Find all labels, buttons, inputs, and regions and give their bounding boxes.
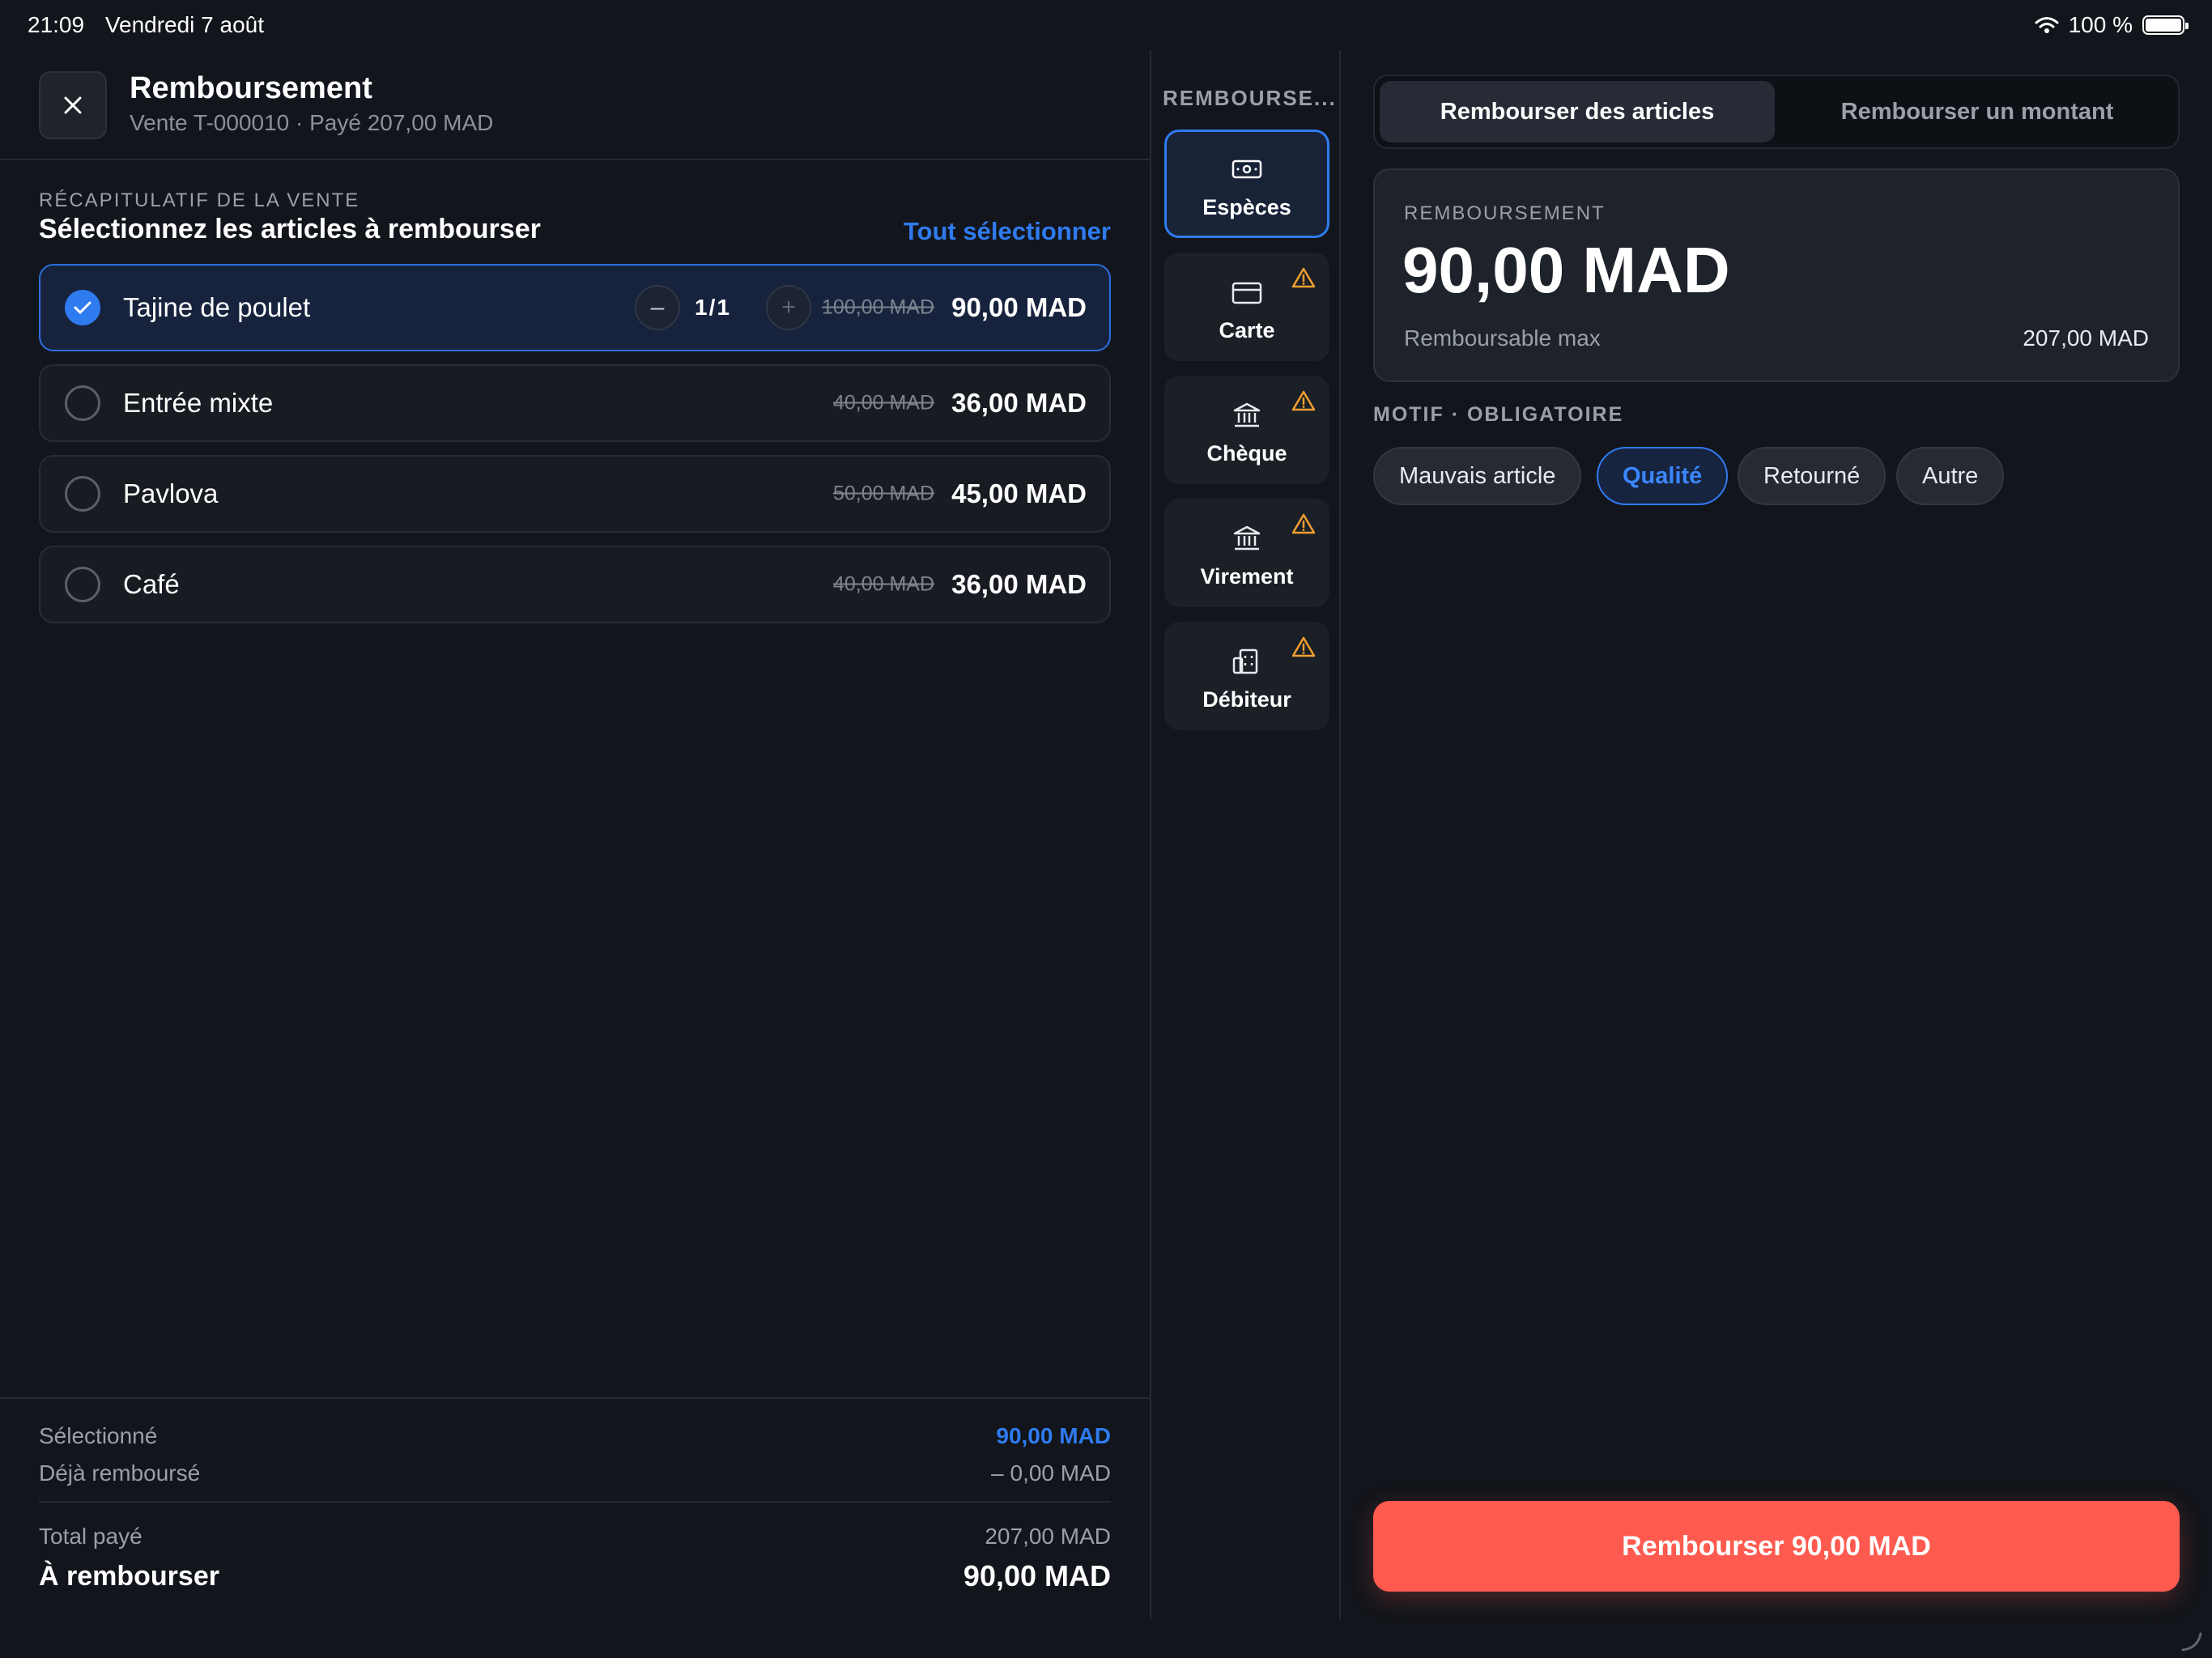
method-label: Débiteur bbox=[1202, 687, 1291, 712]
selected-value: 90,00 MAD bbox=[996, 1423, 1111, 1448]
page-header: Remboursement Vente T-000010 · Payé 207,… bbox=[0, 50, 1150, 160]
quantity-decrease-button[interactable]: – bbox=[635, 285, 680, 330]
cash-icon bbox=[1231, 159, 1262, 179]
motif-chip-autre[interactable]: Autre bbox=[1896, 447, 2005, 505]
warning-icon bbox=[1291, 390, 1316, 411]
status-bar: 21:09 Vendredi 7 août 100 % bbox=[0, 0, 2212, 50]
refund-card-label: REMBOURSEMENT bbox=[1404, 202, 1606, 224]
method-label: Carte bbox=[1219, 318, 1275, 342]
status-time: 21:09 bbox=[28, 12, 85, 37]
motif-chip-qualite[interactable]: Qualité bbox=[1597, 447, 1729, 505]
building-icon bbox=[1232, 648, 1258, 674]
to-refund-label: À rembourser bbox=[39, 1561, 219, 1592]
quantity-increase-button[interactable]: + bbox=[766, 285, 811, 330]
method-debiteur[interactable]: Débiteur bbox=[1164, 622, 1329, 730]
max-refundable-label: Remboursable max bbox=[1404, 325, 1601, 351]
item-original-price: 40,00 MAD bbox=[832, 572, 934, 596]
method-virement[interactable]: Virement bbox=[1164, 499, 1329, 607]
item-original-price: 40,00 MAD bbox=[832, 391, 934, 414]
select-all-link[interactable]: Tout sélectionner bbox=[904, 217, 1111, 246]
refund-submit-button[interactable]: Rembourser 90,00 MAD bbox=[1373, 1501, 2180, 1592]
item-original-price: 100,00 MAD bbox=[822, 295, 934, 319]
method-cheque[interactable]: Chèque bbox=[1164, 376, 1329, 484]
motif-chip-mauvais-article[interactable]: Mauvais article bbox=[1373, 447, 1582, 505]
item-name: Entrée mixte bbox=[123, 388, 274, 418]
method-panel-title: REMBOURSE... bbox=[1163, 86, 1337, 110]
wifi-icon bbox=[2035, 17, 2059, 33]
warning-icon bbox=[1291, 636, 1316, 657]
item-price: 36,00 MAD bbox=[951, 388, 1087, 418]
motif-chip-retourne[interactable]: Retourné bbox=[1738, 447, 1887, 505]
refund-method-panel: REMBOURSE... Espèces Carte Chèque Vireme… bbox=[1151, 50, 1338, 1619]
item-checkbox[interactable] bbox=[65, 290, 100, 325]
selected-label: Sélectionné bbox=[39, 1423, 158, 1448]
list-item-entree[interactable]: Entrée mixte 40,00 MAD 36,00 MAD bbox=[39, 364, 1111, 442]
method-carte[interactable]: Carte bbox=[1164, 253, 1329, 361]
check-icon bbox=[74, 301, 91, 314]
refund-amount-card: REMBOURSEMENT 90,00 MAD Remboursable max… bbox=[1373, 168, 2180, 382]
tab-refund-amount[interactable]: Rembourser un montant bbox=[1780, 81, 2175, 142]
method-label: Virement bbox=[1200, 564, 1294, 589]
refunded-label: Déjà remboursé bbox=[39, 1460, 201, 1486]
refunded-value: – 0,00 MAD bbox=[991, 1460, 1111, 1486]
item-checkbox[interactable] bbox=[65, 567, 100, 602]
item-name: Café bbox=[123, 569, 180, 599]
battery-percent: 100 % bbox=[2068, 12, 2133, 37]
motif-label: MOTIF · OBLIGATOIRE bbox=[1373, 403, 1624, 426]
refund-items-panel: Remboursement Vente T-000010 · Payé 207,… bbox=[0, 50, 1150, 1619]
page-title: Remboursement bbox=[130, 71, 372, 105]
quantity-value: 1/1 bbox=[695, 295, 731, 320]
item-checkbox[interactable] bbox=[65, 476, 100, 512]
to-refund-value: 90,00 MAD bbox=[963, 1559, 1111, 1592]
list-item-pavlova[interactable]: Pavlova 50,00 MAD 45,00 MAD bbox=[39, 455, 1111, 533]
item-checkbox[interactable] bbox=[65, 385, 100, 421]
battery-icon bbox=[2142, 15, 2189, 35]
method-label: Chèque bbox=[1206, 441, 1287, 466]
method-especes[interactable]: Espèces bbox=[1164, 130, 1329, 238]
list-item-cafe[interactable]: Café 40,00 MAD 36,00 MAD bbox=[39, 546, 1111, 623]
item-name: Tajine de poulet bbox=[123, 292, 311, 322]
close-button[interactable] bbox=[39, 71, 107, 139]
status-date: Vendredi 7 août bbox=[104, 12, 265, 37]
totals-footer: Sélectionné 90,00 MAD Déjà remboursé – 0… bbox=[0, 1397, 1150, 1619]
close-icon bbox=[64, 96, 82, 114]
method-label: Espèces bbox=[1202, 195, 1291, 219]
item-name: Pavlova bbox=[123, 478, 219, 508]
refund-mode-segmented-control: Rembourser des articles Rembourser un mo… bbox=[1373, 74, 2180, 149]
resize-handle-icon bbox=[2181, 1632, 2202, 1652]
warning-icon bbox=[1291, 513, 1316, 534]
paid-value: 207,00 MAD bbox=[985, 1524, 1111, 1549]
item-price: 36,00 MAD bbox=[951, 569, 1087, 599]
max-refundable-value: 207,00 MAD bbox=[2023, 325, 2149, 351]
summary-title: Sélectionnez les articles à rembourser bbox=[39, 214, 541, 244]
bank-icon bbox=[1233, 402, 1261, 427]
item-price: 45,00 MAD bbox=[951, 478, 1087, 508]
item-original-price: 50,00 MAD bbox=[832, 482, 934, 505]
paid-label: Total payé bbox=[39, 1524, 143, 1549]
footer-divider bbox=[39, 1501, 1111, 1503]
card-icon bbox=[1231, 282, 1262, 304]
list-item-tajine[interactable]: Tajine de poulet – 1/1 + 100,00 MAD 90,0… bbox=[39, 264, 1111, 351]
summary-label: RÉCAPITULATIF DE LA VENTE bbox=[39, 189, 360, 211]
bank-icon bbox=[1233, 525, 1261, 551]
page-subtitle: Vente T-000010 · Payé 207,00 MAD bbox=[130, 110, 494, 135]
tab-refund-items[interactable]: Rembourser des articles bbox=[1380, 81, 1775, 142]
refund-summary-panel: Rembourser des articles Rembourser un mo… bbox=[1341, 50, 2212, 1619]
item-price: 90,00 MAD bbox=[951, 292, 1087, 322]
warning-icon bbox=[1291, 267, 1316, 288]
refund-amount: 90,00 MAD bbox=[1402, 234, 1730, 306]
